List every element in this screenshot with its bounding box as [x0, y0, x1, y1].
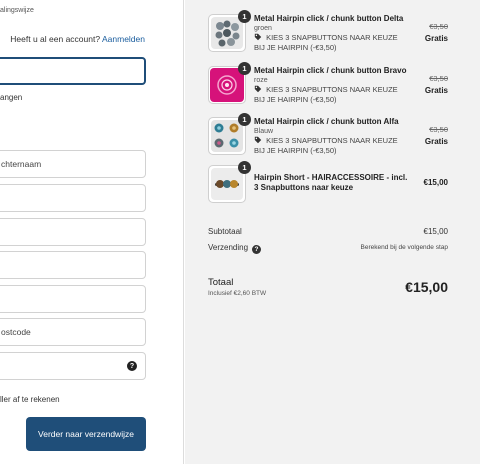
item-price: €3,50 Gratis	[425, 74, 448, 95]
item-name: Hairpin Short - HAIRACCESSOIRE - incl. 3…	[254, 173, 408, 193]
snap-buttons-thumb: 1	[208, 10, 251, 52]
order-summary-panel: 1 Metal Hairpin click / chunk button Del…	[185, 0, 480, 464]
address-field[interactable]	[0, 184, 146, 212]
item-variant: groen	[254, 25, 272, 33]
postcode-placeholder: ostcode	[1, 327, 31, 337]
item-info: Hairpin Short - HAIRACCESSOIRE - incl. 3…	[254, 173, 409, 194]
subtotal-value: €15,00	[423, 227, 448, 236]
discounted-price: Gratis	[424, 137, 448, 146]
item-info: Metal Hairpin click / chunk button Bravo…	[254, 66, 409, 105]
item-addon: KIES 3 SNAPBUTTONS NAAR KEUZE BIJ JE HAI…	[254, 33, 409, 53]
item-price: €3,50 Gratis	[425, 125, 448, 146]
item-addon-text: KIES 3 SNAPBUTTONS NAAR KEUZE BIJ JE HAI…	[254, 136, 398, 156]
breadcrumb-step[interactable]: alingswijze	[0, 7, 34, 14]
item-variant: roze	[254, 77, 268, 85]
checkout-form-panel: alingswijze Heeft u al een account? Aanm…	[0, 0, 184, 464]
original-price: €3,50	[429, 125, 448, 134]
quantity-badge: 1	[238, 10, 251, 23]
address-extra-field[interactable]	[0, 218, 146, 246]
item-price: €15,00	[424, 178, 448, 187]
postcode-field[interactable]: ostcode	[0, 318, 146, 346]
total-amount: €15,00	[405, 279, 448, 295]
item-addon: KIES 3 SNAPBUTTONS NAAR KEUZE BIJ JE HAI…	[254, 136, 409, 156]
blue-buttons-thumb: 1	[208, 113, 251, 155]
item-addon-text: KIES 3 SNAPBUTTONS NAAR KEUZE BIJ JE HAI…	[254, 33, 398, 53]
email-field[interactable]	[0, 57, 146, 85]
pink-hairpin-thumb: 1	[208, 62, 251, 104]
total-row: Totaal Inclusief €2,60 BTW €15,00	[208, 277, 458, 297]
item-addon: KIES 3 SNAPBUTTONS NAAR KEUZE BIJ JE HAI…	[254, 85, 409, 105]
item-info: Metal Hairpin click / chunk button Delta…	[254, 14, 409, 53]
quantity-badge: 1	[238, 62, 251, 75]
continue-to-shipping-button[interactable]: Verder naar verzendwijze	[26, 417, 146, 451]
phone-field[interactable]: ?	[0, 352, 146, 380]
hairpin-short-thumb: 1	[208, 161, 251, 203]
login-link[interactable]: Aanmelden	[102, 34, 145, 44]
item-name: Metal Hairpin click / chunk button Alfa	[254, 117, 399, 126]
item-info: Metal Hairpin click / chunk button Alfa …	[254, 117, 409, 156]
discount-tag-icon	[254, 137, 262, 144]
shipping-row: Verzending? Berekend bij de volgende sta…	[208, 243, 458, 254]
quantity-badge: 1	[238, 113, 251, 126]
item-addon-text: KIES 3 SNAPBUTTONS NAAR KEUZE BIJ JE HAI…	[254, 85, 398, 105]
billing-label: ller af te rekenen	[0, 395, 60, 404]
help-icon[interactable]: ?	[252, 245, 262, 254]
shipping-label: Verzending	[208, 243, 249, 252]
last-name-placeholder: chternaam	[1, 159, 42, 169]
last-name-field[interactable]: chternaam	[0, 150, 146, 178]
item-variant: Blauw	[254, 128, 274, 136]
subtotal-row: Subtotaal €15,00	[208, 227, 458, 236]
account-prompt-text: Heeft u al een account?	[10, 34, 101, 44]
country-field[interactable]	[0, 285, 146, 313]
original-price: €3,50	[429, 74, 448, 83]
item-total-price: €15,00	[423, 178, 448, 187]
item-price: €3,50 Gratis	[425, 22, 448, 43]
original-price: €3,50	[429, 22, 448, 31]
discounted-price: Gratis	[424, 86, 448, 95]
item-name: Metal Hairpin click / chunk button Delta	[254, 14, 404, 23]
discount-tag-icon	[254, 86, 262, 93]
quantity-badge: 1	[238, 161, 251, 174]
subtotal-label: Subtotaal	[208, 227, 242, 236]
newsletter-label: angen	[0, 93, 23, 102]
city-field[interactable]	[0, 251, 146, 279]
account-prompt: Heeft u al een account? Aanmelden	[10, 34, 145, 44]
item-name: Metal Hairpin click / chunk button Bravo	[254, 66, 407, 75]
help-icon[interactable]: ?	[127, 361, 137, 371]
shipping-value: Berekend bij de volgende stap	[360, 244, 448, 251]
discounted-price: Gratis	[424, 34, 448, 43]
discount-tag-icon	[254, 34, 262, 41]
